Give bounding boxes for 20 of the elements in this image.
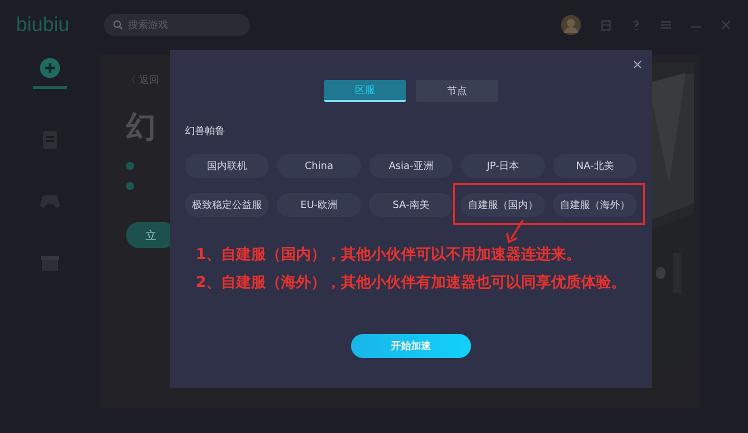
annotation-text: 2、自建服（海外），其他小伙伴有加速器也可以同享优质体验。	[196, 273, 626, 292]
server-option[interactable]: JP-日本	[461, 154, 545, 178]
server-option[interactable]: EU-欧洲	[277, 193, 361, 217]
nav-indicator	[33, 86, 67, 89]
server-option[interactable]: 自建服（国内）	[461, 193, 545, 217]
server-option[interactable]: 极致稳定公益服	[185, 193, 269, 217]
server-option[interactable]: China	[277, 154, 361, 178]
section-title: 幻兽帕鲁	[185, 125, 225, 138]
server-option[interactable]: SA-南美	[369, 193, 453, 217]
menu-icon[interactable]	[660, 19, 672, 31]
plus-icon[interactable]	[40, 58, 60, 78]
tab[interactable]: 节点	[416, 80, 498, 102]
server-option[interactable]: Asia-亚洲	[369, 154, 453, 178]
avatar-icon[interactable]	[560, 14, 582, 36]
app-logo: biubiu	[16, 14, 70, 36]
close-icon[interactable]	[633, 60, 642, 69]
server-option[interactable]: 自建服（海外）	[553, 193, 637, 217]
annotation-text: 1、自建服（国内），其他小伙伴可以不用加速器连进来。	[196, 245, 582, 264]
server-option[interactable]: NA-北美	[553, 154, 637, 178]
server-option[interactable]: 国内联机	[185, 154, 269, 178]
